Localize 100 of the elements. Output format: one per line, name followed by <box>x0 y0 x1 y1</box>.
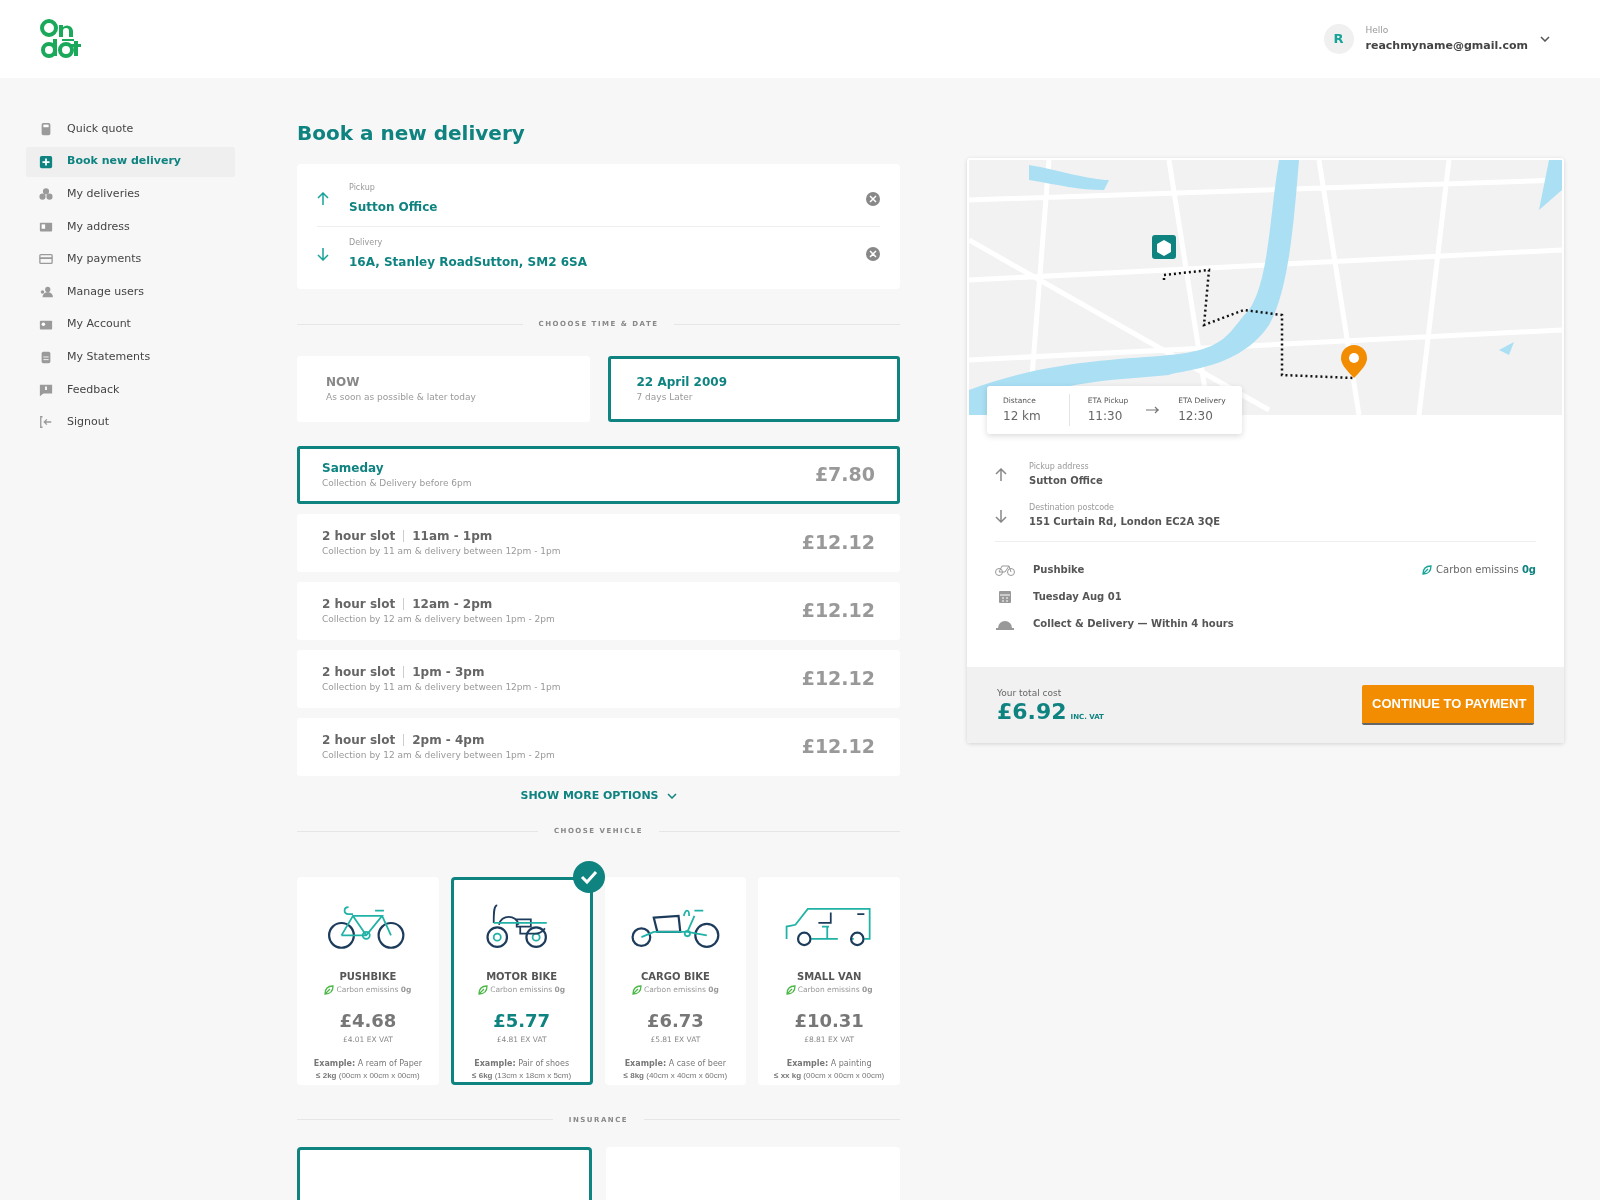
checkmark-icon <box>572 860 605 893</box>
option-subtitle: As soon as possible & later today <box>326 390 477 404</box>
slot-price: £12.12 <box>801 530 875 556</box>
field-label: Delivery <box>349 237 384 249</box>
detail-text: Tuesday Aug 01 <box>1033 590 1123 604</box>
slot-title: 2 hour slot <box>322 731 396 749</box>
address-value[interactable]: Sutton Office <box>349 198 846 216</box>
size-text: ≤ xx kg (00cm x 00cm x 00cm) <box>774 1069 885 1082</box>
vehicle-name: PUSHBIKE <box>339 970 397 984</box>
boxes-icon <box>39 187 53 202</box>
size-text: ≤ 6kg (13cm x 18cm x 5cm) <box>472 1069 572 1082</box>
delivery-slot[interactable]: Sameday Collection & Delivery before 6pm £7.80 <box>297 445 900 504</box>
slot-description: Collection by 11 am & delivery between 12pm - 1pm <box>322 544 561 558</box>
show-more-button[interactable]: SHOW MORE OPTIONS <box>520 787 677 804</box>
sidebar-item[interactable]: My payments <box>26 244 235 275</box>
vehicle-price: £6.73 <box>646 1009 704 1034</box>
address-value: Sutton Office <box>1029 474 1103 488</box>
slot-price: £12.12 <box>801 598 875 624</box>
total-cost-label: Your total cost <box>997 687 1063 701</box>
slot-time: 11am - 1pm <box>412 527 493 545</box>
sidebar-item[interactable]: My Statements <box>26 342 235 373</box>
slot-title: 2 hour slot <box>322 527 396 545</box>
total-cost: £6.92 <box>997 700 1067 723</box>
leaf-icon <box>478 984 489 995</box>
calculator-icon <box>39 122 53 136</box>
slot-price: £12.12 <box>801 666 875 692</box>
arrow-down-icon <box>317 247 329 261</box>
users-icon <box>39 284 53 299</box>
size-text: ≤ 8kg (40cm x 40cm x 60cm) <box>623 1069 728 1082</box>
vehicle-price: £10.31 <box>794 1009 864 1034</box>
vehicle-price: £4.68 <box>339 1009 397 1034</box>
sidebar-item[interactable]: Book new delivery <box>26 146 235 177</box>
slot-description: Collection by 12 am & delivery between 1pm - 2pm <box>322 748 555 762</box>
arrow-up-icon <box>317 192 329 206</box>
date-option[interactable]: 22 April 2009 7 days Later <box>607 355 900 422</box>
sidebar-item[interactable]: My address <box>26 211 235 242</box>
eta-value: 12:30 <box>1178 407 1214 425</box>
detail-text: Collect & Delivery — Within 4 hours <box>1033 617 1235 631</box>
greeting-text: Hello <box>1365 24 1390 37</box>
slot-time: 2pm - 4pm <box>412 731 485 749</box>
detail-text: Pushbike <box>1033 563 1086 577</box>
delivery-slot[interactable]: 2 hour slot 2pm - 4pm Collection by 12 am & delivery between 1pm - 2pm £12.12 <box>297 717 900 776</box>
leaf-icon <box>631 984 642 995</box>
eta-value: 11:30 <box>1087 407 1124 425</box>
slot-title: 2 hour slot <box>322 595 396 613</box>
date-option[interactable]: NOW As soon as possible & later today <box>297 355 590 422</box>
vehicle-name: SMALL VAN <box>796 970 862 984</box>
option-title: NOW <box>326 373 361 391</box>
field-label: Destination postcode <box>1029 502 1116 514</box>
address-value[interactable]: 16A, Stanley RoadSutton, SM2 6SA <box>349 253 846 271</box>
slot-description: Collection by 12 am & delivery between 1pm - 2pm <box>322 612 555 626</box>
credit-card-icon <box>39 252 53 267</box>
example-text: Example: Pair of shoes <box>474 1057 570 1070</box>
sidebar-item[interactable]: My Account <box>26 309 235 340</box>
delivery-slot[interactable]: 2 hour slot 1pm - 3pm Collection by 11 am & delivery between 12pm - 1pm £12.12 <box>297 649 900 708</box>
sign-out-icon <box>39 415 53 430</box>
slot-price: £12.12 <box>801 734 875 760</box>
option-title: 22 April 2009 <box>636 373 728 391</box>
vehicle-name: MOTOR BIKE <box>486 970 558 984</box>
slot-time: 12am - 2pm <box>412 595 493 613</box>
chevron-down-icon <box>666 792 677 799</box>
page-title: Book a new delivery <box>297 120 526 147</box>
eta-value: 12 km <box>1003 407 1041 425</box>
option-subtitle: 7 days Later <box>636 390 694 404</box>
insurance-option[interactable] <box>297 1147 592 1200</box>
plus-icon <box>39 154 53 169</box>
leaf-icon <box>785 984 796 995</box>
sidebar-item[interactable]: Quick quote <box>26 114 235 144</box>
delivery-slot[interactable]: 2 hour slot 11am - 1pm Collection by 11 am & delivery between 12pm - 1pm £12.12 <box>297 513 900 572</box>
arrow-right-icon <box>1146 406 1161 414</box>
bicycle-icon <box>995 563 1015 576</box>
leaf-icon <box>1422 564 1433 575</box>
sidebar-item[interactable]: Manage users <box>26 276 235 307</box>
slot-title: 2 hour slot <box>322 663 396 681</box>
sidebar-item[interactable]: Feedback <box>26 374 235 405</box>
logo-icon <box>40 19 82 59</box>
vehicle-name: CARGO BIKE <box>640 970 710 984</box>
slot-description: Collection & Delivery before 6pm <box>322 476 472 490</box>
slot-price: £7.80 <box>814 462 875 488</box>
slot-description: Collection by 11 am & delivery between 12pm - 1pm <box>322 680 561 694</box>
arrow-up-icon <box>995 467 1007 482</box>
example-text: Example: A ream of Paper <box>313 1057 422 1070</box>
user-email[interactable]: reachmyname@gmail.com <box>1365 37 1528 54</box>
slot-time: 1pm - 3pm <box>412 663 485 681</box>
document-icon <box>39 350 53 365</box>
slot-title: Sameday <box>322 459 384 477</box>
arrow-down-icon <box>995 508 1007 523</box>
carbon-text: Carbon emissins 0g <box>1436 563 1536 577</box>
chevron-down-icon[interactable] <box>1540 36 1550 42</box>
field-label: Pickup <box>349 182 376 194</box>
address-value: 151 Curtain Rd, London EC2A 3QE <box>1029 515 1221 529</box>
leaf-icon <box>324 984 335 995</box>
example-text: Example: A painting <box>786 1057 872 1070</box>
clear-icon[interactable] <box>866 247 880 261</box>
sidebar-item[interactable]: My deliveries <box>26 179 235 210</box>
delivery-slot[interactable]: 2 hour slot 12am - 2pm Collection by 12 am & delivery between 1pm - 2pm £12.12 <box>297 581 900 640</box>
sidebar-item[interactable]: Signout <box>26 407 235 438</box>
field-label: Pickup address <box>1029 461 1090 473</box>
clear-icon[interactable] <box>866 192 880 206</box>
size-text: ≤ 2kg (00cm x 00cm x 00cm) <box>316 1069 420 1082</box>
